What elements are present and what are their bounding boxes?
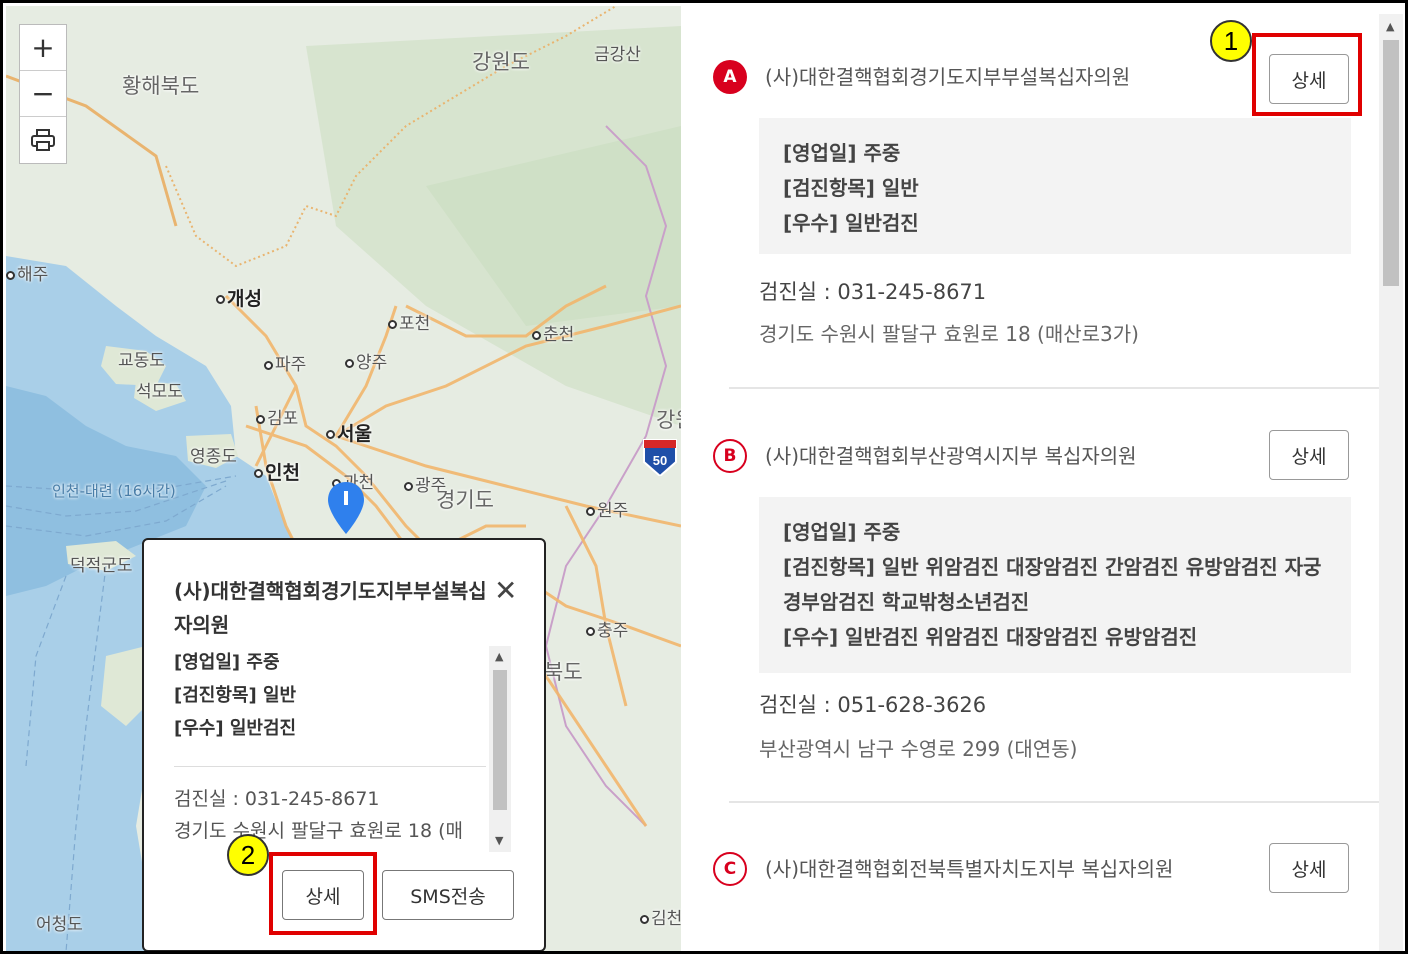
map-label-chungju: 충주	[586, 616, 628, 641]
highlight-box-detail-popup	[269, 852, 377, 935]
highlight-box-detail-list	[1252, 33, 1362, 116]
map-label-gyeonggi: 경기도	[436, 488, 494, 512]
list-separator	[729, 387, 1381, 389]
clinic-name-a: (사)대한결핵협회경기도지부부설복십자의원	[765, 65, 1131, 89]
marker-badge-b: B	[713, 439, 747, 473]
map-label-gimcheon: 김천	[640, 904, 681, 929]
zoom-in-button[interactable]: +	[20, 25, 66, 71]
map-label-incheon: 인천	[254, 458, 300, 485]
map-label-gimpo: 김포	[256, 404, 298, 429]
info-exam-items-a: [검진항목] 일반	[783, 176, 919, 200]
print-button[interactable]	[20, 117, 66, 163]
map-label-chuncheon: 춘천	[532, 320, 574, 345]
map-label-seongmo: 석모도	[136, 382, 183, 402]
location-marker-icon[interactable]	[325, 480, 367, 536]
list-separator	[729, 801, 1381, 803]
highway-number: 50	[653, 453, 667, 468]
highway-shield-icon: 50	[643, 439, 677, 476]
map-label-kaesong: 개성	[216, 284, 262, 311]
phone-a: 검진실 : 031-245-8671	[759, 280, 987, 304]
info-business-days-a: [영업일] 주중	[783, 141, 901, 165]
map-label-geumgang: 금강산	[594, 45, 641, 65]
map-label-deokjeok: 덕적군도	[70, 556, 133, 576]
map-label-haeju: 해주	[6, 260, 48, 285]
map-label-gyodong: 교동도	[118, 351, 165, 371]
info-box-a: [영업일] 주중 [검진항목] 일반 [우수] 일반검진	[759, 118, 1351, 254]
printer-icon	[31, 129, 55, 151]
scroll-up-icon[interactable]: ▲	[495, 650, 503, 663]
map-label-eocheong: 어청도	[36, 915, 83, 935]
address-b: 부산광역시 남구 수영로 299 (대연동)	[759, 737, 1078, 761]
clinic-list: A (사)대한결핵협회경기도지부부설복십자의원 상세 [영업일] 주중 [검진항…	[681, 6, 1405, 951]
popup-title: (사)대한결핵협회경기도지부부설복십자의원	[174, 579, 487, 637]
map-label-gang2: 강원	[656, 408, 681, 432]
map-label-gangwon: 강원도	[472, 50, 530, 74]
close-icon[interactable]: ✕	[494, 574, 517, 607]
popup-divider	[174, 766, 486, 767]
popup-address: 경기도 수원시 팔달구 효원로 18 (매	[174, 820, 464, 842]
popup-phone: 검진실 : 031-245-8671	[174, 788, 380, 810]
marker-badge-a: A	[713, 60, 747, 94]
address-a: 경기도 수원시 팔달구 효원로 18 (매산로3가)	[759, 322, 1139, 346]
scroll-up-icon[interactable]: ▲	[1386, 20, 1394, 33]
screenshot-frame: 황해북도 강원도 금강산 해주 개성 포천 춘천 교동도 파주 양주 석모도 김…	[0, 0, 1408, 954]
map-label-pocheon: 포천	[388, 309, 430, 334]
popup-info-exam-items: [검진항목] 일반	[174, 685, 297, 706]
list-scrollbar-thumb[interactable]	[1383, 40, 1399, 286]
map-controls: + −	[19, 24, 67, 164]
map-label-seoul: 서울	[326, 419, 372, 446]
list-scrollbar[interactable]: ▲	[1379, 14, 1403, 951]
info-exam-items-b: [검진항목] 일반 위암검진 대장암검진 간암검진 유방암검진 자궁경부암검진 …	[783, 555, 1322, 614]
phone-b: 검진실 : 051-628-3626	[759, 693, 987, 717]
info-excellent-a: [우수] 일반검진	[783, 211, 919, 235]
zoom-out-button[interactable]: −	[20, 71, 66, 117]
map-label-yeongjong: 영종도	[190, 447, 237, 467]
detail-button-c[interactable]: 상세	[1269, 843, 1349, 893]
detail-button-b[interactable]: 상세	[1269, 430, 1349, 480]
popup-info-business-days: [영업일] 주중	[174, 652, 280, 673]
map-label-wonju: 원주	[586, 496, 628, 521]
step-number-2: 2	[227, 834, 269, 876]
sms-send-button[interactable]: SMS전송	[382, 870, 514, 920]
map-label-yangju: 양주	[345, 348, 387, 373]
info-business-days-b: [영업일] 주중	[783, 520, 901, 544]
step-number-1: 1	[1210, 20, 1252, 62]
clinic-name-b: (사)대한결핵협회부산광역시지부 복십자의원	[765, 444, 1137, 468]
clinic-name-c: (사)대한결핵협회전북특별자치도지부 복십자의원	[765, 857, 1174, 881]
marker-badge-c: C	[713, 852, 747, 886]
info-box-b: [영업일] 주중 [검진항목] 일반 위암검진 대장암검진 간암검진 유방암검진…	[759, 497, 1351, 673]
popup-info-excellent: [우수] 일반검진	[174, 718, 297, 739]
popup-scrollbar[interactable]: ▲ ▼	[489, 646, 511, 852]
scroll-down-icon[interactable]: ▼	[495, 834, 503, 847]
map-label-hwanghae: 황해북도	[122, 74, 200, 98]
map-label-paju: 파주	[264, 350, 306, 375]
popup-scrollbar-thumb[interactable]	[493, 670, 507, 810]
map-label-ferry-route: 인천-대련 (16시간)	[52, 482, 176, 500]
map-label-bukdo: 북도	[544, 660, 583, 684]
info-excellent-b: [우수] 일반검진 위암검진 대장암검진 유방암검진	[783, 625, 1198, 649]
